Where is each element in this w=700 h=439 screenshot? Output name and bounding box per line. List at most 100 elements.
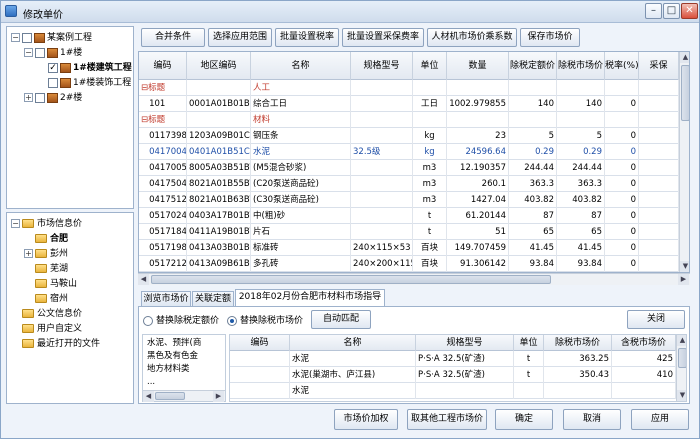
column-header[interactable]: 数量: [447, 52, 509, 80]
code-cell[interactable]: 0417004: [139, 144, 187, 160]
table-row[interactable]: 0517198 0413A03B01BN 标准砖 240×115×53 百块 149.70…: [139, 240, 679, 256]
name-cell[interactable]: (M5混合砂浆): [251, 160, 351, 176]
market-cell[interactable]: [557, 112, 605, 128]
spec-cell[interactable]: 240×200×115: [351, 256, 413, 272]
code-cell[interactable]: 101: [139, 96, 187, 112]
price-column-header[interactable]: 含税市场价: [612, 335, 676, 351]
area-cell[interactable]: 8005A03B51BV: [187, 160, 251, 176]
ok-button[interactable]: 确定: [495, 409, 553, 430]
price-ex-cell[interactable]: [544, 383, 612, 399]
qty-cell[interactable]: 1427.04: [447, 192, 509, 208]
area-cell[interactable]: [187, 112, 251, 128]
price-tree-node[interactable]: 最近打开的文件: [11, 337, 100, 351]
price-spec-cell[interactable]: P·S·A 32.5(矿渣): [416, 351, 514, 367]
spec-cell[interactable]: [351, 80, 413, 96]
spec-cell[interactable]: 240×115×53: [351, 240, 413, 256]
scroll-thumb[interactable]: [681, 65, 689, 121]
column-header[interactable]: 除税市场价: [557, 52, 605, 80]
unit-cell[interactable]: kg: [413, 144, 447, 160]
market-price-weight-button[interactable]: 市场价加权: [334, 409, 398, 430]
market-cell[interactable]: 65: [557, 224, 605, 240]
market-cell[interactable]: 403.82: [557, 192, 605, 208]
table-row[interactable]: 0517024 0403A17B01BT 中(粗)砂 t 61.20144 87 87 0: [139, 208, 679, 224]
unit-cell[interactable]: m3: [413, 160, 447, 176]
price-code-cell[interactable]: [230, 383, 290, 399]
grid-vertical-scrollbar[interactable]: ▲ ▼: [679, 52, 689, 272]
code-cell[interactable]: 0417504: [139, 176, 187, 192]
unit-cell[interactable]: [413, 80, 447, 96]
price-inc-cell[interactable]: 425: [612, 351, 676, 367]
price-code-cell[interactable]: [230, 367, 290, 383]
name-cell[interactable]: 片石: [251, 224, 351, 240]
tax-cell[interactable]: 0: [605, 96, 639, 112]
cat-scroll-left-icon[interactable]: ◀: [143, 391, 154, 402]
base-cell[interactable]: 140: [509, 96, 557, 112]
unit-cell[interactable]: kg: [413, 128, 447, 144]
category-list-item[interactable]: 水泥、预拌(商: [147, 337, 201, 350]
table-row[interactable]: 0117398 1203A09B01CB 钢压条 kg 23 5 5 0: [139, 128, 679, 144]
table-row[interactable]: 0517212 0413A09B61BN 多孔砖 240×200×115 百块 91.30…: [139, 256, 679, 272]
collapse-icon[interactable]: −: [24, 48, 33, 57]
price-unit-cell[interactable]: t: [514, 351, 544, 367]
price-column-header[interactable]: 编码: [230, 335, 290, 351]
cat-scroll-thumb[interactable]: [155, 392, 185, 400]
scroll-up-icon[interactable]: ▲: [680, 52, 689, 63]
unit-cell[interactable]: m3: [413, 176, 447, 192]
price-tree-node[interactable]: 宿州: [24, 292, 68, 306]
market-cell[interactable]: 87: [557, 208, 605, 224]
tax-cell[interactable]: 0: [605, 192, 639, 208]
price-unit-cell[interactable]: t: [514, 367, 544, 383]
category-list-item[interactable]: 地方材料类: [147, 363, 190, 376]
code-cell[interactable]: 0517198: [139, 240, 187, 256]
price-tree-node[interactable]: 公文信息价: [11, 307, 82, 321]
price-name-cell[interactable]: 水泥(巢湖市、庐江县): [290, 367, 416, 383]
market-price-coefficient-button[interactable]: 人材机市场价乘系数: [427, 28, 517, 47]
merge-conditions-button[interactable]: 合并条件: [141, 28, 205, 47]
category-list-scrollbar[interactable]: ◀ ▶: [143, 390, 225, 402]
price-scroll-down-icon[interactable]: ▼: [677, 390, 686, 401]
market-cell[interactable]: 244.44: [557, 160, 605, 176]
tax-cell[interactable]: [605, 80, 639, 96]
price-tree-node[interactable]: 用户自定义: [11, 322, 82, 336]
unit-cell[interactable]: 工日: [413, 96, 447, 112]
market-cell[interactable]: 41.45: [557, 240, 605, 256]
price-inc-cell[interactable]: 410: [612, 367, 676, 383]
group-row[interactable]: ⊟标题 材料: [139, 112, 679, 128]
category-list-item[interactable]: 黑色及有色金: [147, 350, 198, 363]
category-list-item[interactable]: ...: [147, 376, 155, 389]
table-row[interactable]: 101 0001A01B01BC 综合工日 工日 1002.979855 140 140 0: [139, 96, 679, 112]
area-cell[interactable]: 0413A09B61BN: [187, 256, 251, 272]
expand-icon[interactable]: +: [24, 249, 33, 258]
area-cell[interactable]: 8021A01B55BV: [187, 176, 251, 192]
name-cell[interactable]: 钢压条: [251, 128, 351, 144]
column-header[interactable]: 地区编码: [187, 52, 251, 80]
scroll-right-icon[interactable]: ▶: [678, 274, 689, 285]
table-row[interactable]: 0517184 0411A19B01BT 片石 t 51 65 65 0: [139, 224, 679, 240]
market-cell[interactable]: 0.29: [557, 144, 605, 160]
price-column-header[interactable]: 单位: [514, 335, 544, 351]
tax-cell[interactable]: 0: [605, 224, 639, 240]
market-cell[interactable]: 5: [557, 128, 605, 144]
name-cell[interactable]: 多孔砖: [251, 256, 351, 272]
purchase-cell[interactable]: [639, 192, 679, 208]
area-cell[interactable]: 0403A17B01BT: [187, 208, 251, 224]
column-header[interactable]: 采保: [639, 52, 679, 80]
minimize-icon[interactable]: –: [645, 3, 662, 19]
auto-match-button[interactable]: 自动匹配: [311, 310, 371, 329]
batch-purchase-rate-button[interactable]: 批量设置采保费率: [342, 28, 424, 47]
checkbox-icon[interactable]: [35, 47, 45, 58]
table-row[interactable]: 0417504 8021A01B55BV (C20泵送商品砼) m3 260.1 363.…: [139, 176, 679, 192]
replace-market-price-radio[interactable]: 替换除税市场价: [227, 314, 303, 328]
qty-cell[interactable]: 1002.979855: [447, 96, 509, 112]
tax-cell[interactable]: 0: [605, 256, 639, 272]
tab-browse-market-price[interactable]: 浏览市场价: [141, 291, 191, 307]
code-cell[interactable]: ⊟标题: [139, 80, 187, 96]
checkbox-icon[interactable]: [22, 32, 32, 43]
name-cell[interactable]: 中(粗)砂: [251, 208, 351, 224]
base-cell[interactable]: 244.44: [509, 160, 557, 176]
name-cell[interactable]: 综合工日: [251, 96, 351, 112]
maximize-icon[interactable]: □: [663, 3, 680, 19]
project-tree-node[interactable]: +2#楼: [24, 91, 82, 105]
area-cell[interactable]: 1203A09B01CB: [187, 128, 251, 144]
purchase-cell[interactable]: [639, 160, 679, 176]
